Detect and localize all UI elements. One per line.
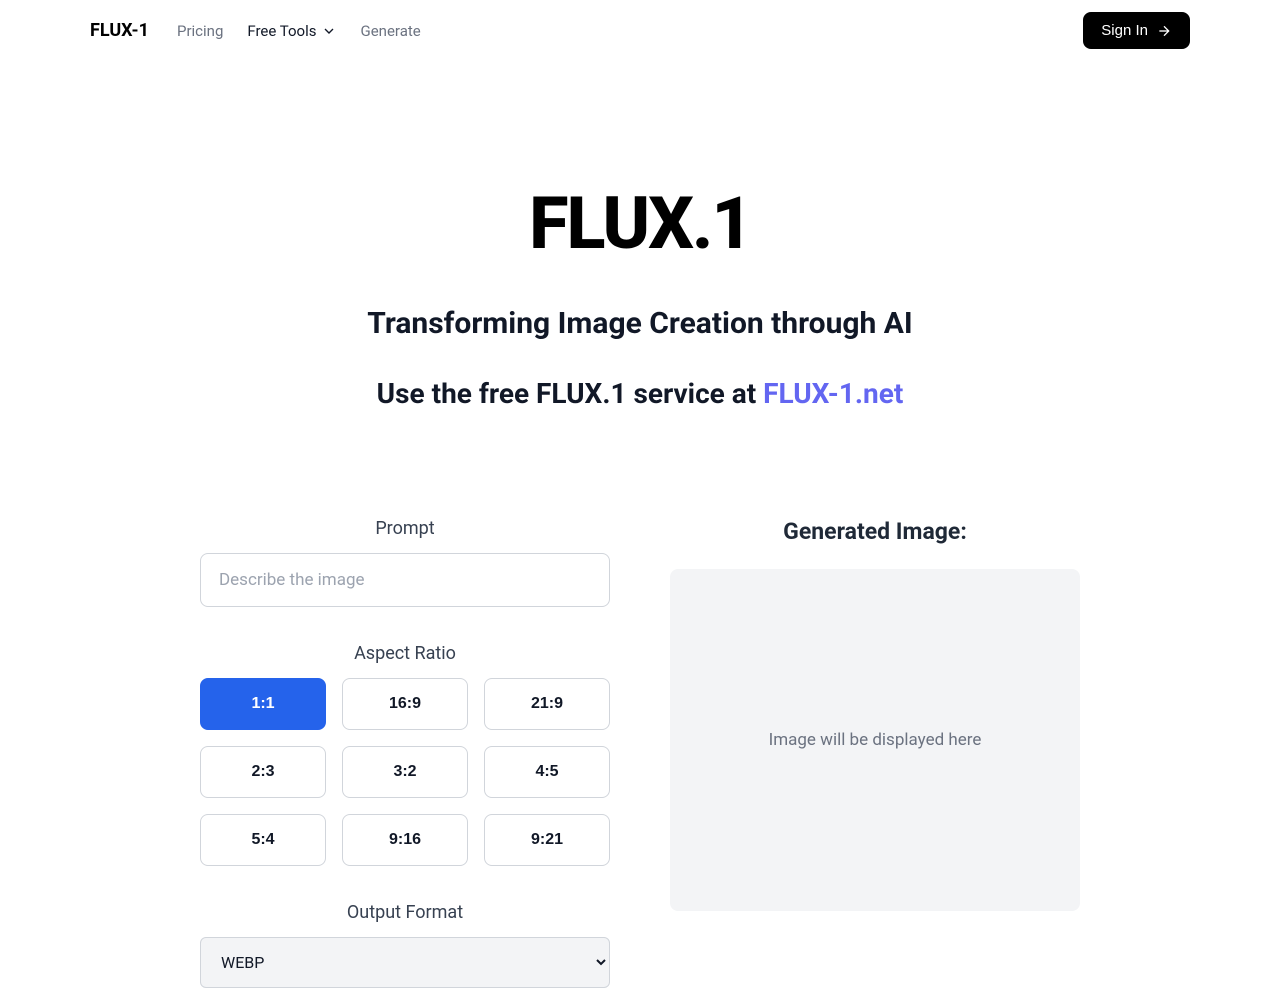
nav-generate[interactable]: Generate — [361, 22, 421, 40]
nav-pricing[interactable]: Pricing — [177, 22, 223, 40]
aspect-btn-2-3[interactable]: 2:3 — [200, 746, 326, 798]
aspect-btn-9-16[interactable]: 9:16 — [342, 814, 468, 866]
hero-cta-prefix: Use the free FLUX.1 service at — [377, 377, 763, 410]
aspect-btn-9-21[interactable]: 9:21 — [484, 814, 610, 866]
form-section: Prompt Aspect Ratio 1:1 16:9 21:9 2:3 3:… — [200, 518, 610, 988]
prompt-input[interactable] — [200, 553, 610, 607]
aspect-section: Aspect Ratio 1:1 16:9 21:9 2:3 3:2 4:5 5… — [200, 643, 610, 866]
preview-placeholder: Image will be displayed here — [769, 730, 982, 750]
output-label: Output Format — [200, 902, 610, 923]
logo-text: FLUX-1 — [90, 20, 149, 41]
aspect-btn-3-2[interactable]: 3:2 — [342, 746, 468, 798]
aspect-btn-16-9[interactable]: 16:9 — [342, 678, 468, 730]
sign-in-label: Sign In — [1101, 22, 1148, 39]
hero: FLUX.1 Transforming Image Creation throu… — [0, 61, 1280, 470]
header-left: FLUX-1 Pricing Free Tools Generate — [90, 20, 421, 41]
preview-title: Generated Image: — [670, 518, 1080, 545]
nav-free-tools[interactable]: Free Tools — [247, 22, 336, 40]
aspect-btn-5-4[interactable]: 5:4 — [200, 814, 326, 866]
preview-box: Image will be displayed here — [670, 569, 1080, 911]
aspect-btn-4-5[interactable]: 4:5 — [484, 746, 610, 798]
nav: Pricing Free Tools Generate — [177, 22, 421, 40]
nav-free-tools-label: Free Tools — [247, 22, 316, 40]
aspect-grid: 1:1 16:9 21:9 2:3 3:2 4:5 5:4 9:16 9:21 — [200, 678, 610, 866]
preview-section: Generated Image: Image will be displayed… — [670, 518, 1080, 988]
hero-cta-link[interactable]: FLUX-1.net — [763, 377, 903, 410]
hero-cta: Use the free FLUX.1 service at FLUX-1.ne… — [0, 377, 1280, 410]
output-select[interactable]: WEBP — [200, 937, 610, 988]
chevron-down-icon — [321, 23, 337, 39]
prompt-label: Prompt — [200, 518, 610, 539]
arrow-right-icon — [1156, 23, 1172, 39]
aspect-label: Aspect Ratio — [200, 643, 610, 664]
main-content: Prompt Aspect Ratio 1:1 16:9 21:9 2:3 3:… — [160, 470, 1120, 988]
prompt-group: Prompt — [200, 518, 610, 607]
header: FLUX-1 Pricing Free Tools Generate Sign … — [0, 0, 1280, 61]
logo[interactable]: FLUX-1 — [90, 20, 149, 41]
sign-in-button[interactable]: Sign In — [1083, 12, 1190, 49]
aspect-btn-21-9[interactable]: 21:9 — [484, 678, 610, 730]
aspect-btn-1-1[interactable]: 1:1 — [200, 678, 326, 730]
hero-subtitle: Transforming Image Creation through AI — [0, 306, 1280, 341]
hero-title: FLUX.1 — [0, 181, 1280, 266]
output-section: Output Format WEBP — [200, 902, 610, 988]
